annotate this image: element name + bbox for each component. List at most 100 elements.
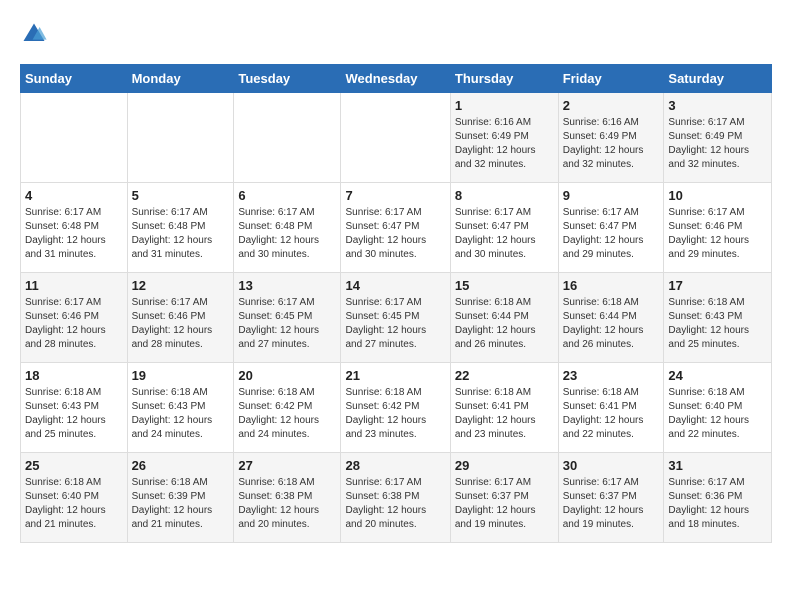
day-info: Sunrise: 6:18 AM Sunset: 6:41 PM Dayligh… xyxy=(455,386,554,442)
calendar-cell: 26 Sunrise: 6:18 AM Sunset: 6:39 PM Dayli… xyxy=(127,453,234,543)
day-info: Sunrise: 6:18 AM Sunset: 6:43 PM Dayligh… xyxy=(132,386,230,442)
day-info: Sunrise: 6:17 AM Sunset: 6:46 PM Dayligh… xyxy=(25,296,123,352)
calendar-cell: 30 Sunrise: 6:17 AM Sunset: 6:37 PM Dayli… xyxy=(558,453,664,543)
calendar-cell: 17 Sunrise: 6:18 AM Sunset: 6:43 PM Dayli… xyxy=(664,273,772,363)
day-number: 19 xyxy=(132,368,230,383)
calendar-cell: 28Sunrise: 6:17 AM Sunset: 6:38 PM Dayli… xyxy=(341,453,450,543)
day-info: Sunrise: 6:17 AM Sunset: 6:49 PM Dayligh… xyxy=(668,116,767,172)
day-info: Sunrise: 6:18 AM Sunset: 6:41 PM Dayligh… xyxy=(563,386,660,442)
day-info: Sunrise: 6:17 AM Sunset: 6:48 PM Dayligh… xyxy=(132,206,230,262)
day-number: 1 xyxy=(455,98,554,113)
day-number: 20 xyxy=(238,368,336,383)
day-of-week-header: Saturday xyxy=(664,65,772,93)
day-number: 8 xyxy=(455,188,554,203)
calendar-cell: 20 Sunrise: 6:18 AM Sunset: 6:42 PM Dayli… xyxy=(234,363,341,453)
day-number: 16 xyxy=(563,278,660,293)
calendar-cell: 10 Sunrise: 6:17 AM Sunset: 6:46 PM Dayli… xyxy=(664,183,772,273)
day-of-week-header: Monday xyxy=(127,65,234,93)
calendar-cell: 12 Sunrise: 6:17 AM Sunset: 6:46 PM Dayli… xyxy=(127,273,234,363)
calendar-cell: 8 Sunrise: 6:17 AM Sunset: 6:47 PM Daylig… xyxy=(450,183,558,273)
logo xyxy=(20,20,52,48)
day-info: Sunrise: 6:18 AM Sunset: 6:44 PM Dayligh… xyxy=(455,296,554,352)
day-number: 26 xyxy=(132,458,230,473)
day-number: 5 xyxy=(132,188,230,203)
day-info: Sunrise: 6:18 AM Sunset: 6:42 PM Dayligh… xyxy=(345,386,445,442)
day-number: 24 xyxy=(668,368,767,383)
calendar-cell: 5 Sunrise: 6:17 AM Sunset: 6:48 PM Daylig… xyxy=(127,183,234,273)
day-info: Sunrise: 6:18 AM Sunset: 6:44 PM Dayligh… xyxy=(563,296,660,352)
day-info: Sunrise: 6:17 AM Sunset: 6:37 PM Dayligh… xyxy=(455,476,554,532)
logo-icon xyxy=(20,20,48,48)
calendar-cell: 6 Sunrise: 6:17 AM Sunset: 6:48 PM Daylig… xyxy=(234,183,341,273)
day-number: 10 xyxy=(668,188,767,203)
day-number: 6 xyxy=(238,188,336,203)
calendar-cell: 24 Sunrise: 6:18 AM Sunset: 6:40 PM Dayli… xyxy=(664,363,772,453)
day-number: 30 xyxy=(563,458,660,473)
calendar-cell: 3 Sunrise: 6:17 AM Sunset: 6:49 PM Daylig… xyxy=(664,93,772,183)
day-info: Sunrise: 6:18 AM Sunset: 6:38 PM Dayligh… xyxy=(238,476,336,532)
day-info: Sunrise: 6:17 AM Sunset: 6:47 PM Dayligh… xyxy=(455,206,554,262)
day-number: 12 xyxy=(132,278,230,293)
day-info: Sunrise: 6:17 AM Sunset: 6:47 PM Dayligh… xyxy=(345,206,445,262)
calendar-week-row: 18 Sunrise: 6:18 AM Sunset: 6:43 PM Dayli… xyxy=(21,363,772,453)
day-of-week-header: Thursday xyxy=(450,65,558,93)
calendar-table: SundayMondayTuesdayWednesdayThursdayFrid… xyxy=(20,64,772,543)
page-header xyxy=(20,20,772,48)
day-info: Sunrise: 6:17 AM Sunset: 6:47 PM Dayligh… xyxy=(563,206,660,262)
day-info: Sunrise: 6:18 AM Sunset: 6:39 PM Dayligh… xyxy=(132,476,230,532)
calendar-cell: 18 Sunrise: 6:18 AM Sunset: 6:43 PM Dayli… xyxy=(21,363,128,453)
calendar-cell: 13Sunrise: 6:17 AM Sunset: 6:45 PM Dayli… xyxy=(234,273,341,363)
calendar-cell: 16 Sunrise: 6:18 AM Sunset: 6:44 PM Dayli… xyxy=(558,273,664,363)
calendar-cell: 22 Sunrise: 6:18 AM Sunset: 6:41 PM Dayli… xyxy=(450,363,558,453)
day-info: Sunrise: 6:18 AM Sunset: 6:43 PM Dayligh… xyxy=(668,296,767,352)
day-number: 9 xyxy=(563,188,660,203)
day-info: Sunrise: 6:17 AM Sunset: 6:37 PM Dayligh… xyxy=(563,476,660,532)
day-info: Sunrise: 6:16 AM Sunset: 6:49 PM Dayligh… xyxy=(455,116,554,172)
day-number: 13 xyxy=(238,278,336,293)
day-info: Sunrise: 6:18 AM Sunset: 6:40 PM Dayligh… xyxy=(25,476,123,532)
day-info: Sunrise: 6:18 AM Sunset: 6:43 PM Dayligh… xyxy=(25,386,123,442)
calendar-week-row: 11Sunrise: 6:17 AM Sunset: 6:46 PM Dayli… xyxy=(21,273,772,363)
day-number: 27 xyxy=(238,458,336,473)
calendar-cell: 4Sunrise: 6:17 AM Sunset: 6:48 PM Daylig… xyxy=(21,183,128,273)
day-of-week-header: Sunday xyxy=(21,65,128,93)
calendar-cell: 25Sunrise: 6:18 AM Sunset: 6:40 PM Dayli… xyxy=(21,453,128,543)
day-info: Sunrise: 6:18 AM Sunset: 6:42 PM Dayligh… xyxy=(238,386,336,442)
day-info: Sunrise: 6:17 AM Sunset: 6:46 PM Dayligh… xyxy=(668,206,767,262)
day-number: 22 xyxy=(455,368,554,383)
calendar-cell: 7 Sunrise: 6:17 AM Sunset: 6:47 PM Daylig… xyxy=(341,183,450,273)
day-info: Sunrise: 6:18 AM Sunset: 6:40 PM Dayligh… xyxy=(668,386,767,442)
calendar-cell xyxy=(234,93,341,183)
calendar-week-row: 1 Sunrise: 6:16 AM Sunset: 6:49 PM Daylig… xyxy=(21,93,772,183)
day-number: 29 xyxy=(455,458,554,473)
calendar-week-row: 25Sunrise: 6:18 AM Sunset: 6:40 PM Dayli… xyxy=(21,453,772,543)
day-number: 18 xyxy=(25,368,123,383)
calendar-cell: 1 Sunrise: 6:16 AM Sunset: 6:49 PM Daylig… xyxy=(450,93,558,183)
day-info: Sunrise: 6:17 AM Sunset: 6:38 PM Dayligh… xyxy=(345,476,445,532)
calendar-cell: 19 Sunrise: 6:18 AM Sunset: 6:43 PM Dayli… xyxy=(127,363,234,453)
calendar-cell: 2Sunrise: 6:16 AM Sunset: 6:49 PM Daylig… xyxy=(558,93,664,183)
day-number: 15 xyxy=(455,278,554,293)
calendar-cell: 23 Sunrise: 6:18 AM Sunset: 6:41 PM Dayli… xyxy=(558,363,664,453)
calendar-cell xyxy=(341,93,450,183)
day-number: 17 xyxy=(668,278,767,293)
day-info: Sunrise: 6:17 AM Sunset: 6:48 PM Dayligh… xyxy=(238,206,336,262)
calendar-cell: 31Sunrise: 6:17 AM Sunset: 6:36 PM Dayli… xyxy=(664,453,772,543)
calendar-cell xyxy=(21,93,128,183)
calendar-cell: 27 Sunrise: 6:18 AM Sunset: 6:38 PM Dayli… xyxy=(234,453,341,543)
day-of-week-header: Tuesday xyxy=(234,65,341,93)
calendar-cell: 29 Sunrise: 6:17 AM Sunset: 6:37 PM Dayli… xyxy=(450,453,558,543)
day-number: 21 xyxy=(345,368,445,383)
calendar-cell: 21 Sunrise: 6:18 AM Sunset: 6:42 PM Dayli… xyxy=(341,363,450,453)
day-info: Sunrise: 6:17 AM Sunset: 6:45 PM Dayligh… xyxy=(345,296,445,352)
day-number: 3 xyxy=(668,98,767,113)
calendar-week-row: 4 Sunrise: 6:17 AM Sunset: 6:48 PM Daylig… xyxy=(21,183,772,273)
day-number: 14 xyxy=(345,278,445,293)
day-number: 2 xyxy=(563,98,660,113)
calendar-header-row: SundayMondayTuesdayWednesdayThursdayFrid… xyxy=(21,65,772,93)
calendar-cell: 14 Sunrise: 6:17 AM Sunset: 6:45 PM Dayli… xyxy=(341,273,450,363)
day-info: Sunrise: 6:17 AM Sunset: 6:46 PM Dayligh… xyxy=(132,296,230,352)
day-number: 7 xyxy=(345,188,445,203)
day-number: 23 xyxy=(563,368,660,383)
day-number: 4 xyxy=(25,188,123,203)
